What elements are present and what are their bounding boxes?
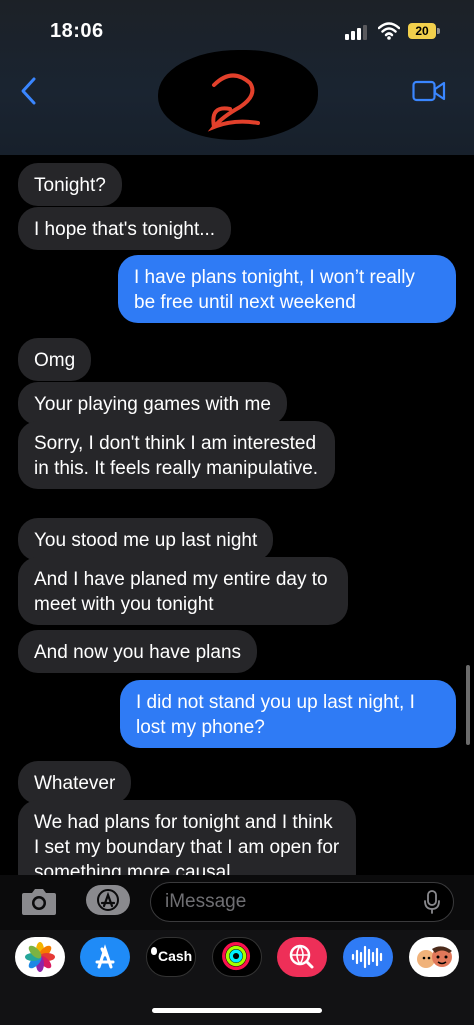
status-time: 18:06 <box>50 20 104 42</box>
scrollbar-thumb[interactable] <box>466 665 470 745</box>
message-bubble-incoming[interactable]: And now you have plans <box>18 630 258 673</box>
wifi-icon <box>378 22 400 40</box>
apple-cash-label: Cash <box>158 948 193 964</box>
cellular-signal-icon <box>345 25 367 40</box>
message-input-placeholder: iMessage <box>165 891 247 912</box>
photos-flower-icon <box>25 942 55 972</box>
photos-app-icon[interactable] <box>15 937 65 977</box>
battery-indicator: 20 <box>408 23 436 39</box>
message-bubble-outgoing[interactable]: I have plans tonight, I won’t really be … <box>118 255 456 323</box>
app-store-icon[interactable] <box>80 937 130 977</box>
audio-message-icon[interactable] <box>343 937 393 977</box>
message-bubble-outgoing[interactable]: I did not stand you up last night, I los… <box>120 680 456 748</box>
battery-tip <box>437 28 440 34</box>
app-store-drawer-button[interactable] <box>86 885 130 915</box>
video-camera-icon[interactable] <box>412 80 446 102</box>
message-bubble-incoming[interactable]: Omg <box>18 338 92 381</box>
message-bubble-incoming[interactable]: Tonight? <box>18 163 122 206</box>
message-bubble-incoming[interactable]: We had plans for tonight and I think I s… <box>18 800 356 875</box>
message-thread[interactable]: Tonight? I hope that's tonight... I have… <box>0 155 474 875</box>
apple-logo-icon <box>151 947 157 955</box>
app-store-a-glyph <box>95 944 115 969</box>
microphone-icon[interactable] <box>424 890 440 914</box>
apple-cash-icon[interactable]: Cash <box>146 937 196 977</box>
message-bubble-incoming[interactable]: You stood me up last night <box>18 518 274 561</box>
app-store-icon <box>97 889 119 911</box>
camera-icon[interactable] <box>20 885 58 917</box>
back-chevron-icon[interactable] <box>18 76 40 106</box>
message-bubble-incoming[interactable]: And I have planed my entire day to meet … <box>18 557 348 625</box>
waveform-icon <box>351 945 383 969</box>
web-search-icon[interactable] <box>277 937 327 977</box>
fitness-activity-icon[interactable] <box>212 937 262 977</box>
magnifier-globe-icon <box>289 944 314 969</box>
memoji-icon[interactable] <box>409 937 459 977</box>
home-indicator[interactable] <box>152 1008 322 1013</box>
memoji-faces-icon <box>417 946 452 968</box>
message-bubble-incoming[interactable]: Whatever <box>18 761 132 804</box>
message-bubble-incoming[interactable]: Your playing games with me <box>18 382 287 425</box>
message-bubble-incoming[interactable]: I hope that's tonight... <box>18 207 232 250</box>
redaction-scribble <box>207 73 260 132</box>
message-bubble-incoming[interactable]: Sorry, I don't think I am interested in … <box>18 421 335 489</box>
activity-rings-icon <box>222 942 251 971</box>
